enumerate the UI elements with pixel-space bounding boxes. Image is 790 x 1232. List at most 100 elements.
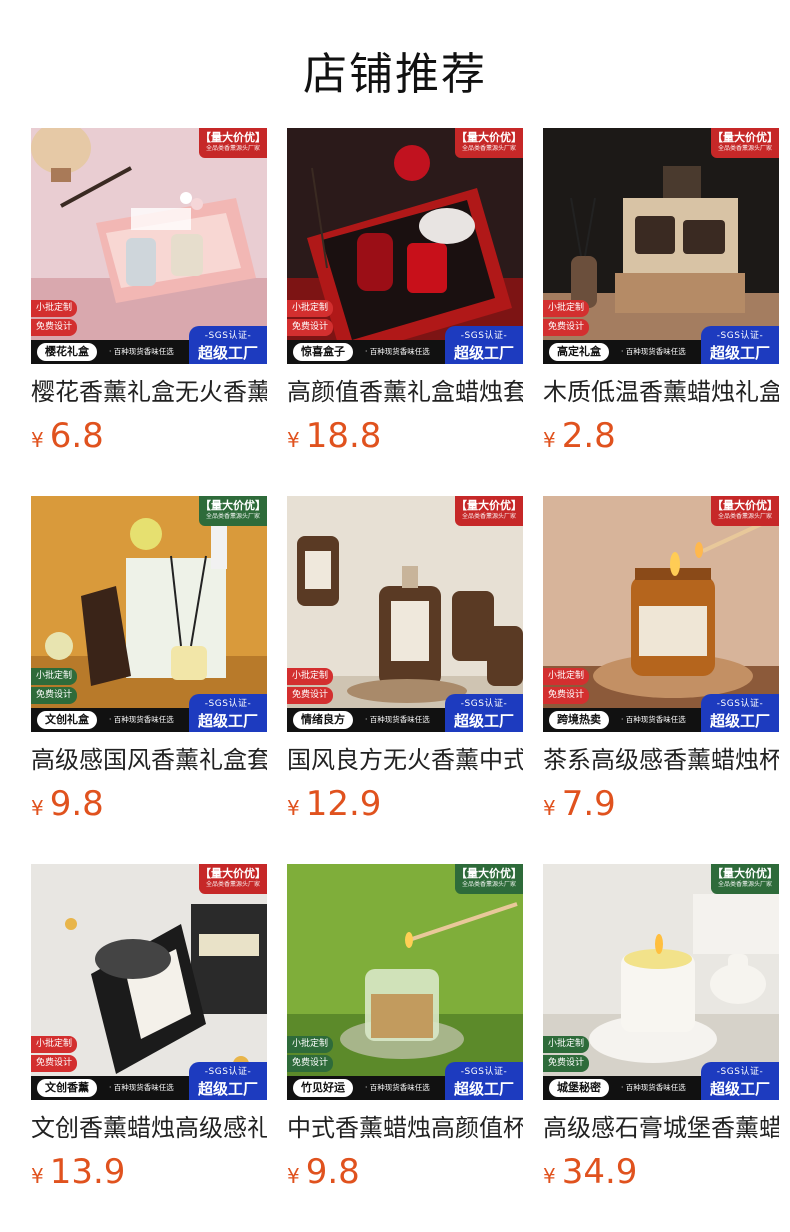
product-card[interactable]: 【量大价优】 全品类香薰源头厂家 小批定制 免费设计 情绪良方 · 百种现货香味… <box>287 496 523 864</box>
product-card[interactable]: 【量大价优】 全品类香薰源头厂家 小批定制 免费设计 惊喜盒子 · 百种现货香味… <box>287 128 523 496</box>
category-pill: 文创香薰 <box>37 1079 97 1097</box>
promo-tag: 【量大价优】 全品类香薰源头厂家 <box>455 128 523 158</box>
price-value: 2.8 <box>561 416 616 456</box>
bar-subtitle: · 百种现货香味任选 <box>365 715 430 724</box>
price-value: 9.8 <box>305 1152 360 1192</box>
factory-badge: -SGS认证- 超级工厂 <box>445 1062 523 1100</box>
product-price: ¥9.8 <box>31 784 267 824</box>
category-pill: 樱花礼盒 <box>37 343 97 361</box>
promo-tag: 【量大价优】 全品类香薰源头厂家 <box>711 864 779 894</box>
product-image[interactable]: 【量大价优】 全品类香薰源头厂家 小批定制 免费设计 文创香薰 · 百种现货香味… <box>31 864 267 1100</box>
product-price: ¥6.8 <box>31 416 267 456</box>
price-value: 12.9 <box>305 784 382 824</box>
product-price: ¥18.8 <box>287 416 523 456</box>
product-name[interactable]: 中式香薰蜡烛高颜值杯 <box>287 1112 523 1144</box>
bar-subtitle: · 百种现货香味任选 <box>621 347 686 356</box>
product-name[interactable]: 国风良方无火香薰中式 <box>287 744 523 776</box>
product-image[interactable]: 【量大价优】 全品类香薰源头厂家 小批定制 免费设计 樱花礼盒 · 百种现货香味… <box>31 128 267 364</box>
currency-symbol: ¥ <box>31 428 44 452</box>
promo-tag: 【量大价优】 全品类香薰源头厂家 <box>711 496 779 526</box>
promo-tag: 【量大价优】 全品类香薰源头厂家 <box>455 864 523 894</box>
product-price: ¥2.8 <box>543 416 779 456</box>
factory-badge: -SGS认证- 超级工厂 <box>189 326 267 364</box>
price-value: 9.8 <box>49 784 104 824</box>
promo-tag: 【量大价优】 全品类香薰源头厂家 <box>199 496 267 526</box>
factory-badge: -SGS认证- 超级工厂 <box>701 1062 779 1100</box>
category-pill: 情绪良方 <box>293 711 353 729</box>
product-price: ¥7.9 <box>543 784 779 824</box>
category-pill: 惊喜盒子 <box>293 343 353 361</box>
product-card[interactable]: 【量大价优】 全品类香薰源头厂家 小批定制 免费设计 文创礼盒 · 百种现货香味… <box>31 496 267 864</box>
custom-badge: 小批定制 <box>287 300 334 317</box>
product-card[interactable]: 【量大价优】 全品类香薰源头厂家 小批定制 免费设计 高定礼盒 · 百种现货香味… <box>543 128 779 496</box>
factory-badge: -SGS认证- 超级工厂 <box>701 694 779 732</box>
design-badge: 免费设计 <box>543 1055 590 1072</box>
price-value: 34.9 <box>561 1152 638 1192</box>
product-image[interactable]: 【量大价优】 全品类香薰源头厂家 小批定制 免费设计 竹见好运 · 百种现货香味… <box>287 864 523 1100</box>
currency-symbol: ¥ <box>31 796 44 820</box>
bar-subtitle: · 百种现货香味任选 <box>109 347 174 356</box>
product-card[interactable]: 【量大价优】 全品类香薰源头厂家 小批定制 免费设计 文创香薰 · 百种现货香味… <box>31 864 267 1232</box>
currency-symbol: ¥ <box>287 796 300 820</box>
currency-symbol: ¥ <box>543 796 556 820</box>
bar-subtitle: · 百种现货香味任选 <box>621 715 686 724</box>
design-badge: 免费设计 <box>31 319 78 336</box>
product-name[interactable]: 高级感石膏城堡香薰蜡烛 <box>543 1112 779 1144</box>
currency-symbol: ¥ <box>287 1164 300 1188</box>
factory-badge: -SGS认证- 超级工厂 <box>445 694 523 732</box>
design-badge: 免费设计 <box>543 687 590 704</box>
product-name[interactable]: 木质低温香薰蜡烛礼盒 <box>543 376 779 408</box>
category-pill: 竹见好运 <box>293 1079 353 1097</box>
factory-badge: -SGS认证- 超级工厂 <box>701 326 779 364</box>
category-pill: 文创礼盒 <box>37 711 97 729</box>
product-image[interactable]: 【量大价优】 全品类香薰源头厂家 小批定制 免费设计 城堡秘密 · 百种现货香味… <box>543 864 779 1100</box>
product-image[interactable]: 【量大价优】 全品类香薰源头厂家 小批定制 免费设计 高定礼盒 · 百种现货香味… <box>543 128 779 364</box>
product-name[interactable]: 樱花香薰礼盒无火香薰 <box>31 376 267 408</box>
design-badge: 免费设计 <box>287 1055 334 1072</box>
promo-tag: 【量大价优】 全品类香薰源头厂家 <box>199 128 267 158</box>
product-card[interactable]: 【量大价优】 全品类香薰源头厂家 小批定制 免费设计 樱花礼盒 · 百种现货香味… <box>31 128 267 496</box>
product-name[interactable]: 文创香薰蜡烛高级感礼物 <box>31 1112 267 1144</box>
product-name[interactable]: 高级感国风香薰礼盒套装 <box>31 744 267 776</box>
promo-tag: 【量大价优】 全品类香薰源头厂家 <box>711 128 779 158</box>
custom-badge: 小批定制 <box>543 1036 590 1053</box>
factory-badge: -SGS认证- 超级工厂 <box>189 694 267 732</box>
design-badge: 免费设计 <box>31 1055 78 1072</box>
product-price: ¥12.9 <box>287 784 523 824</box>
category-pill: 跨境热卖 <box>549 711 609 729</box>
bar-subtitle: · 百种现货香味任选 <box>109 1083 174 1092</box>
product-image[interactable]: 【量大价优】 全品类香薰源头厂家 小批定制 免费设计 跨境热卖 · 百种现货香味… <box>543 496 779 732</box>
price-value: 13.9 <box>49 1152 126 1192</box>
custom-badge: 小批定制 <box>287 1036 334 1053</box>
promo-tag: 【量大价优】 全品类香薰源头厂家 <box>199 864 267 894</box>
bar-subtitle: · 百种现货香味任选 <box>109 715 174 724</box>
bar-subtitle: · 百种现货香味任选 <box>365 347 430 356</box>
category-pill: 高定礼盒 <box>549 343 609 361</box>
currency-symbol: ¥ <box>31 1164 44 1188</box>
design-badge: 免费设计 <box>287 687 334 704</box>
product-card[interactable]: 【量大价优】 全品类香薰源头厂家 小批定制 免费设计 城堡秘密 · 百种现货香味… <box>543 864 779 1232</box>
product-image[interactable]: 【量大价优】 全品类香薰源头厂家 小批定制 免费设计 情绪良方 · 百种现货香味… <box>287 496 523 732</box>
product-name[interactable]: 茶系高级感香薰蜡烛杯 <box>543 744 779 776</box>
product-card[interactable]: 【量大价优】 全品类香薰源头厂家 小批定制 免费设计 跨境热卖 · 百种现货香味… <box>543 496 779 864</box>
product-price: ¥34.9 <box>543 1152 779 1192</box>
custom-badge: 小批定制 <box>287 668 334 685</box>
custom-badge: 小批定制 <box>543 668 590 685</box>
product-card[interactable]: 【量大价优】 全品类香薰源头厂家 小批定制 免费设计 竹见好运 · 百种现货香味… <box>287 864 523 1232</box>
factory-badge: -SGS认证- 超级工厂 <box>189 1062 267 1100</box>
product-name[interactable]: 高颜值香薰礼盒蜡烛套装 <box>287 376 523 408</box>
product-price: ¥13.9 <box>31 1152 267 1192</box>
product-image[interactable]: 【量大价优】 全品类香薰源头厂家 小批定制 免费设计 文创礼盒 · 百种现货香味… <box>31 496 267 732</box>
design-badge: 免费设计 <box>31 687 78 704</box>
product-image[interactable]: 【量大价优】 全品类香薰源头厂家 小批定制 免费设计 惊喜盒子 · 百种现货香味… <box>287 128 523 364</box>
design-badge: 免费设计 <box>543 319 590 336</box>
price-value: 7.9 <box>561 784 616 824</box>
currency-symbol: ¥ <box>287 428 300 452</box>
product-price: ¥9.8 <box>287 1152 523 1192</box>
custom-badge: 小批定制 <box>31 1036 78 1053</box>
custom-badge: 小批定制 <box>31 300 78 317</box>
price-value: 18.8 <box>305 416 382 456</box>
bar-subtitle: · 百种现货香味任选 <box>365 1083 430 1092</box>
design-badge: 免费设计 <box>287 319 334 336</box>
product-grid: 【量大价优】 全品类香薰源头厂家 小批定制 免费设计 樱花礼盒 · 百种现货香味… <box>31 128 779 1232</box>
